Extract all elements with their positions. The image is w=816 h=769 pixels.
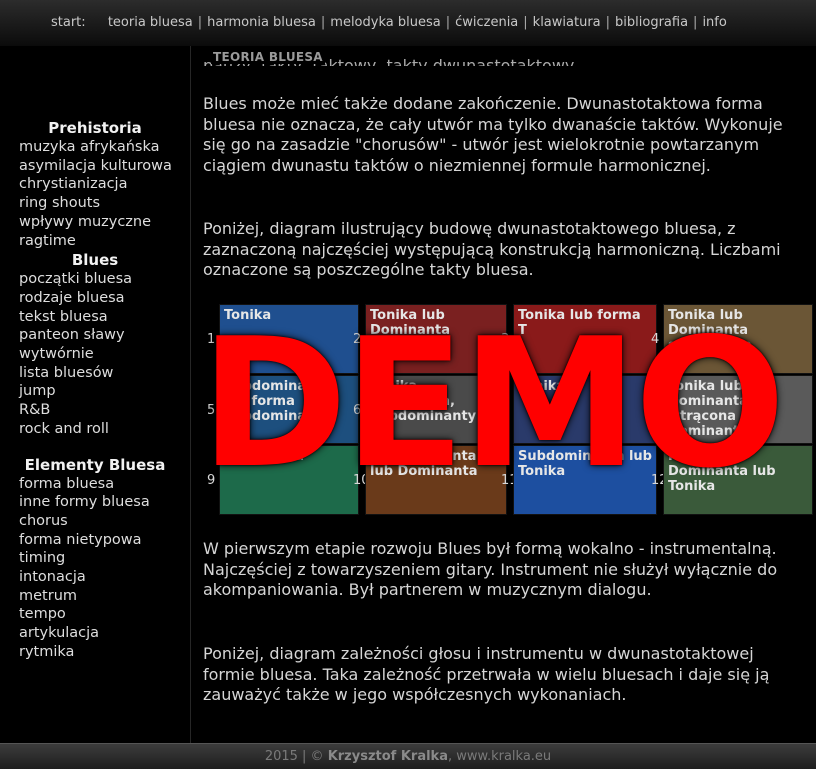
sidebar-link[interactable]: jump	[0, 382, 190, 401]
bar-number: 4	[651, 332, 660, 347]
bar-number: 5	[207, 403, 216, 418]
nav-item-2[interactable]: melodyka bluesa	[330, 15, 440, 30]
footer: 2015 | © Krzysztof Kralka, www.kralka.eu	[0, 743, 816, 769]
bar-number: 6	[353, 403, 362, 418]
sidebar-link[interactable]: asymilacja kulturowa	[0, 157, 190, 176]
bar-chord-cell: Subdominanta lub Tonika	[513, 445, 657, 515]
nav-item-6[interactable]: info	[702, 15, 726, 30]
sidebar-link[interactable]: muzyka afrykańska	[0, 138, 190, 157]
sidebar-link[interactable]: chorus	[0, 512, 190, 531]
nav-separator: |	[445, 15, 451, 30]
nav-item-1[interactable]: harmonia bluesa	[207, 15, 316, 30]
nav-separator: |	[320, 15, 326, 30]
bar-number: 9	[207, 473, 216, 488]
sidebar-link[interactable]: forma bluesa	[0, 475, 190, 494]
sidebar-link[interactable]: timing	[0, 549, 190, 568]
paragraph-diagram-intro: Poniżej, diagram ilustrujący budowę dwun…	[203, 219, 781, 280]
bar-chord-cell: Tonika lub Dominanta septymowa	[663, 304, 813, 374]
nav-item-0[interactable]: teoria bluesa	[108, 15, 193, 30]
sidebar-link[interactable]: tekst bluesa	[0, 308, 190, 327]
nav-separator: |	[605, 15, 611, 30]
bar-number: 1	[207, 332, 216, 347]
bar-chord-cell: Tonika lub Dominanta	[365, 304, 507, 374]
sidebar-link[interactable]: chrystianizacja	[0, 175, 190, 194]
nav-start-label: start:	[51, 15, 86, 30]
bar-number: 3	[501, 332, 510, 347]
nav-separator: |	[523, 15, 528, 30]
sidebar-link[interactable]: wpływy muzyczne	[0, 213, 190, 232]
bar-number: 8	[651, 403, 660, 418]
bar-chord-cell: Tonika lub Dominanta wtrącona do Dominan…	[663, 375, 813, 444]
sidebar-link[interactable]: początki bluesa	[0, 270, 190, 289]
sidebar-link[interactable]: rock and roll	[0, 420, 190, 439]
sidebar-link[interactable]: lista bluesów	[0, 364, 190, 383]
sidebar-link[interactable]: metrum	[0, 587, 190, 606]
sidebar-link[interactable]: panteon sławy	[0, 326, 190, 345]
bar-chord-cell: Tonika	[513, 375, 657, 444]
sidebar-link[interactable]: wytwórnie	[0, 345, 190, 364]
nav-separator: |	[197, 15, 203, 30]
nav-separator: |	[693, 15, 698, 30]
sidebar-section-title: Blues	[71, 251, 119, 270]
breadcrumb: TEORIA BLUESA	[211, 50, 325, 64]
bar-number: 2	[353, 332, 362, 347]
bar-chord-cell: Dominanta	[219, 445, 359, 515]
twelve-bar-diagram: 1 Tonika 2 Tonika lub Dominanta 3 Tonika lub …	[205, 304, 813, 515]
sidebar-link[interactable]: inne formy bluesa	[0, 493, 190, 512]
nav-item-5[interactable]: bibliografia	[615, 15, 688, 30]
sidebar: Prehistoria muzyka afrykańska asymilacja k…	[0, 46, 191, 743]
bar-chord-cell: Subdominanta lub Dominanta	[365, 445, 507, 515]
footer-year: 2015 | ©	[264, 749, 324, 764]
footer-site: , www.kralka.eu	[447, 749, 552, 764]
footer-author: Krzysztof Kralka	[327, 749, 448, 764]
top-navigation: start: teoria bluesa | harmonia bluesa | mel…	[0, 0, 816, 47]
paragraph-form: Blues może mieć także dodane zakończenie…	[203, 94, 783, 175]
nav-row: start: teoria bluesa | harmonia bluesa | mel…	[51, 15, 732, 30]
nav-item-4[interactable]: klawiatura	[533, 15, 601, 30]
sidebar-link[interactable]: rytmika	[0, 643, 190, 662]
main-content: TEORIA BLUESA pauzy, takty, taktowy, tak…	[191, 46, 816, 743]
sidebar-link[interactable]: tempo	[0, 605, 190, 624]
sidebar-link[interactable]: intonacja	[0, 568, 190, 587]
bar-chord-cell: Tonika lub forma T	[513, 304, 657, 374]
sidebar-link[interactable]: forma nietypowa	[0, 531, 190, 550]
sidebar-link[interactable]: artykulacja	[0, 624, 190, 643]
sidebar-section-title: Prehistoria	[48, 119, 142, 137]
nav-item-3[interactable]: ćwiczenia	[455, 15, 518, 30]
sidebar-section-title: Elementy Bluesa	[24, 455, 166, 474]
bar-chord-cell: Tonika, Dominanta, Subdominanty	[365, 375, 507, 444]
bar-chord-cell: Kadencja Dominanta lub Tonika	[663, 445, 813, 515]
sidebar-link[interactable]: ragtime	[0, 232, 190, 251]
paragraph-vocal-instrumental: W pierwszym etapie rozwoju Blues był for…	[203, 539, 778, 600]
bar-chord-cell: Tonika	[219, 304, 359, 374]
sidebar-link[interactable]: rodzaje bluesa	[0, 289, 190, 308]
bar-chord-cell: Subdominanta lub forma Subdominanty	[219, 375, 359, 444]
paragraph-dependency: Poniżej, diagram zależności głosu i inst…	[203, 644, 770, 705]
bar-number: 7	[501, 403, 510, 418]
sidebar-link[interactable]: ring shouts	[0, 194, 190, 213]
sidebar-link[interactable]: R&B	[0, 401, 190, 420]
